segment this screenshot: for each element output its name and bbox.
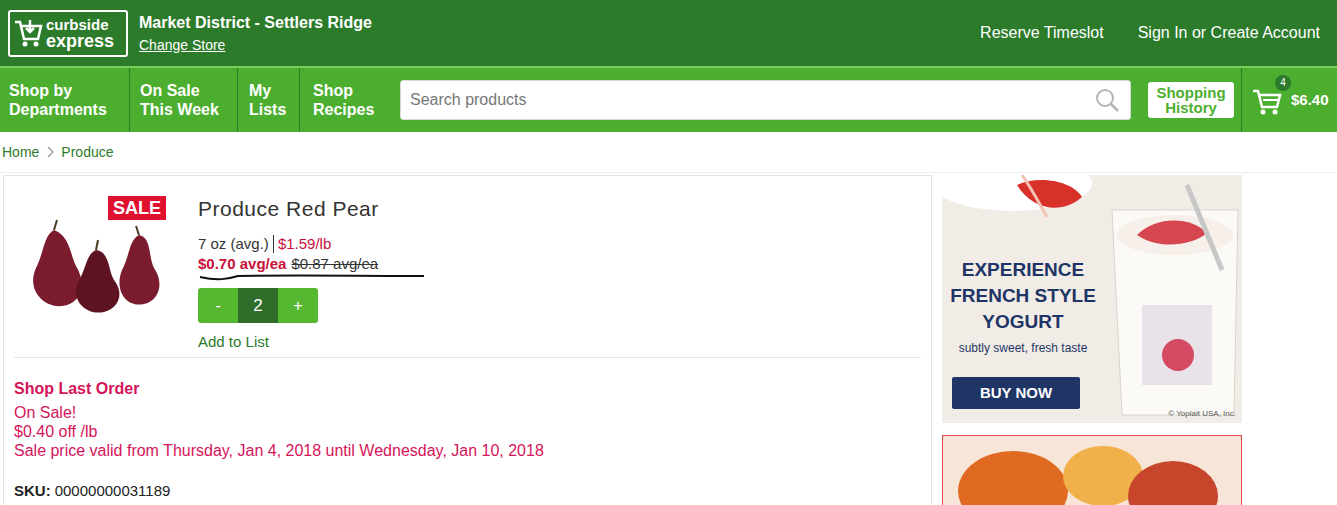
logo[interactable]: curbside express bbox=[8, 10, 128, 57]
promo-line: Sale price valid from Thursday, Jan 4, 2… bbox=[14, 441, 921, 460]
cart-count-badge: 4 bbox=[1275, 75, 1291, 91]
buy-now-button[interactable]: BUY NOW bbox=[952, 377, 1080, 409]
nav-item[interactable]: ShopRecipes bbox=[300, 68, 390, 132]
product-panel: SALE Produce Red Pear 7 oz (avg.) $1.59/… bbox=[3, 175, 932, 505]
regular-price: $0.87 avg/ea bbox=[291, 255, 378, 273]
search-box[interactable] bbox=[400, 80, 1131, 120]
top-bar: curbside express Market District - Settl… bbox=[0, 0, 1337, 66]
nav-item[interactable]: MyLists bbox=[238, 68, 300, 132]
ad-headline: YOGURT bbox=[982, 309, 1063, 335]
product-size: 7 oz (avg.) bbox=[198, 235, 273, 253]
cart-total: $6.40 bbox=[1291, 89, 1329, 112]
ad-headline: FRENCH STYLE bbox=[950, 283, 1096, 309]
sku-value: 00000000031189 bbox=[55, 480, 171, 503]
breadcrumb-item[interactable]: Home bbox=[2, 142, 39, 163]
breadcrumb: Home Produce bbox=[0, 132, 1337, 173]
add-to-list-link[interactable]: Add to List bbox=[198, 333, 428, 351]
logo-line: express bbox=[46, 32, 114, 50]
yogurt-ad[interactable]: EXPERIENCE FRENCH STYLE YOGURT subtly sw… bbox=[942, 175, 1242, 423]
nav-bar: Shop byDepartments On SaleThis Week MyLi… bbox=[0, 68, 1337, 132]
annotation-underline-icon bbox=[198, 273, 428, 283]
reserve-timeslot-link[interactable]: Reserve Timeslot bbox=[980, 21, 1104, 45]
cart-logo-icon bbox=[13, 17, 43, 49]
nav-item[interactable]: On SaleThis Week bbox=[130, 68, 238, 132]
search-icon[interactable] bbox=[1094, 87, 1120, 113]
search-input[interactable] bbox=[401, 81, 1094, 119]
sale-badge: SALE bbox=[107, 195, 167, 221]
product-image: SALE bbox=[14, 190, 164, 320]
second-ad[interactable] bbox=[942, 435, 1242, 505]
cart-button[interactable]: 4 $6.40 bbox=[1251, 83, 1329, 117]
quantity-stepper: - 2 + bbox=[198, 288, 428, 323]
decrement-button[interactable]: - bbox=[198, 288, 238, 323]
logo-line: curbside bbox=[46, 17, 114, 32]
shopping-history-button[interactable]: ShoppingHistory bbox=[1148, 82, 1234, 118]
sale-price: $0.70 avg/ea bbox=[198, 255, 286, 273]
sign-in-link[interactable]: Sign In or Create Account bbox=[1138, 21, 1320, 45]
unit-price: $1.59/lb bbox=[273, 235, 331, 253]
promo-line: On Sale! bbox=[14, 403, 921, 422]
sku-label: SKU: bbox=[14, 480, 51, 503]
promo-line: $0.40 off /lb bbox=[14, 422, 921, 441]
increment-button[interactable]: + bbox=[278, 288, 318, 323]
quantity-value[interactable]: 2 bbox=[238, 288, 278, 323]
breadcrumb-item[interactable]: Produce bbox=[61, 142, 113, 163]
ad-headline: EXPERIENCE bbox=[962, 257, 1084, 283]
product-title: Produce Red Pear bbox=[198, 196, 428, 222]
store-name: Market District - Settlers Ridge bbox=[139, 13, 372, 33]
chevron-right-icon bbox=[39, 145, 61, 159]
ad-copyright: © Yoplait USA, Inc. bbox=[1168, 408, 1236, 420]
ad-tagline: subtly sweet, fresh taste bbox=[959, 341, 1088, 356]
shop-last-order-title[interactable]: Shop Last Order bbox=[14, 379, 921, 398]
nav-item[interactable]: Shop byDepartments bbox=[0, 68, 130, 132]
change-store-link[interactable]: Change Store bbox=[139, 36, 372, 54]
